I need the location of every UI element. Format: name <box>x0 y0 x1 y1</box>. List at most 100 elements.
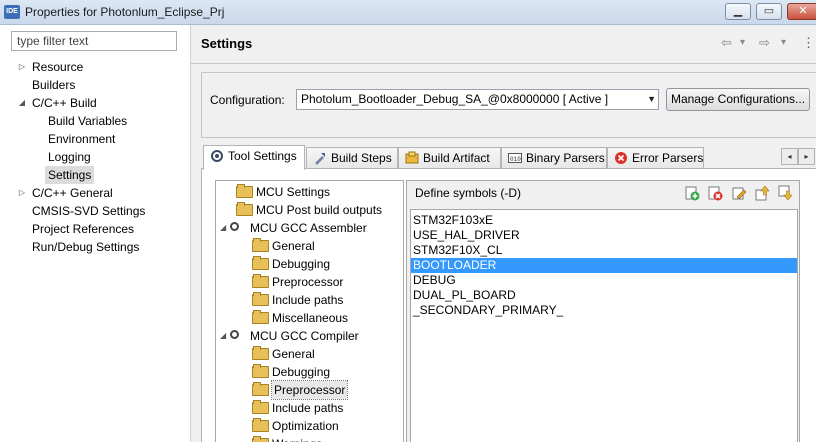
back-arrow-icon[interactable]: ⇦ <box>721 35 732 51</box>
tree-item-label: Run/Debug Settings <box>32 240 140 254</box>
symbol-list-item[interactable]: DUAL_PL_BOARD <box>411 288 797 303</box>
tree-item-build-variables[interactable]: Build Variables <box>48 112 127 130</box>
view-menu-icon[interactable]: ⋮ <box>802 35 815 51</box>
tab-binary-parsers[interactable]: 010 Binary Parsers <box>501 147 607 169</box>
tree-item-cmsis-svd-settings[interactable]: CMSIS-SVD Settings <box>32 202 145 220</box>
tab-scroll-right-button[interactable]: ▸ <box>798 148 815 165</box>
binary-parsers-icon: 010 <box>508 153 522 163</box>
configuration-group: Configuration: Photolum_Bootloader_Debug… <box>201 72 816 138</box>
ide-app-icon: IDE <box>4 5 20 19</box>
tree-item-label: Resource <box>32 60 84 74</box>
folder-icon <box>252 273 269 288</box>
folder-icon <box>252 291 269 306</box>
expanded-arrow-icon[interactable]: ◢ <box>220 331 228 340</box>
forward-dropdown-icon[interactable]: ▾ <box>781 37 786 48</box>
configuration-label: Configuration: <box>210 93 285 107</box>
tree-item-settings[interactable]: Settings <box>45 166 95 184</box>
folder-icon <box>252 381 269 396</box>
settings-tree-item[interactable]: Include paths <box>272 399 343 417</box>
tab-tool-settings[interactable]: Tool Settings <box>203 145 305 170</box>
filter-input[interactable] <box>11 31 177 51</box>
folder-icon <box>236 201 253 216</box>
manage-configurations-button[interactable]: Manage Configurations... <box>666 88 810 111</box>
tool-settings-tree: MCU Settings MCU Post build outputs ◢ MCU G… <box>215 180 404 442</box>
tab-label: Binary Parsers <box>526 151 605 165</box>
forward-arrow-icon[interactable]: ⇨ <box>759 35 770 51</box>
tree-item-label: Builders <box>32 78 76 92</box>
settings-tree-item[interactable]: Debugging <box>272 363 330 381</box>
delete-icon[interactable] <box>707 185 723 201</box>
folder-icon <box>252 255 269 270</box>
expanded-arrow-icon[interactable]: ◢ <box>17 94 27 112</box>
error-parsers-icon <box>615 152 627 164</box>
settings-tree-item[interactable]: Warnings <box>272 435 322 442</box>
tree-item-resource[interactable]: Resource <box>32 58 83 76</box>
define-symbols-panel: Define symbols (-D) STM32F103xE USE_HAL_D… <box>406 180 800 442</box>
page-title: Settings <box>201 36 253 51</box>
symbol-list-item[interactable]: STM32F103xE <box>411 213 797 228</box>
tree-item-run-debug-settings[interactable]: Run/Debug Settings <box>32 238 139 256</box>
configuration-select[interactable]: Photolum_Bootloader_Debug_SA_@0x8000000 … <box>296 89 659 110</box>
properties-nav-panel: Resource ▷ Builders C/C++ Build ◢ Build Varia… <box>0 25 191 442</box>
folder-icon <box>236 183 253 198</box>
close-button[interactable]: ✕ <box>787 3 816 20</box>
tree-item-label: C/C++ Build <box>32 96 97 110</box>
settings-tree-item[interactable]: Preprocessor <box>270 380 349 400</box>
settings-tree-item[interactable]: MCU GCC Assembler <box>250 219 367 237</box>
tree-item-c-c-general[interactable]: C/C++ General <box>32 184 113 202</box>
folder-icon <box>252 237 269 252</box>
tool-gear-icon <box>230 222 239 231</box>
add-icon[interactable] <box>684 185 700 201</box>
tab-scroll-left-button[interactable]: ◂ <box>781 148 798 165</box>
back-dropdown-icon[interactable]: ▾ <box>740 37 745 48</box>
tab-label: Error Parsers <box>632 151 704 165</box>
move-up-icon[interactable] <box>754 185 770 201</box>
tree-item-label: Settings <box>48 168 92 182</box>
settings-tree-item[interactable]: General <box>272 345 315 363</box>
define-symbols-title: Define symbols (-D) <box>415 186 522 200</box>
settings-tree-item[interactable]: MCU Settings <box>256 183 330 201</box>
settings-tree-item[interactable]: Preprocessor <box>272 273 343 291</box>
settings-tree-item[interactable]: MCU Post build outputs <box>256 201 382 219</box>
folder-icon <box>252 345 269 360</box>
tree-item-logging[interactable]: Logging <box>48 148 91 166</box>
dropdown-arrow-icon: ▼ <box>647 94 656 104</box>
collapsed-arrow-icon[interactable]: ▷ <box>17 58 27 76</box>
tree-item-builders[interactable]: Builders <box>32 76 75 94</box>
settings-tree-item[interactable]: Debugging <box>272 255 330 273</box>
tab-build-steps[interactable]: Build Steps <box>306 147 398 169</box>
tree-item-c-c-build[interactable]: C/C++ Build <box>32 94 97 112</box>
symbol-list-item[interactable]: STM32F10X_CL <box>411 243 797 258</box>
tree-item-project-references[interactable]: Project References <box>32 220 134 238</box>
settings-tree-item[interactable]: Include paths <box>272 291 343 309</box>
header-divider <box>191 63 816 64</box>
folder-icon <box>252 417 269 432</box>
tree-item-label: Logging <box>48 150 91 164</box>
tab-label: Tool Settings <box>228 149 297 163</box>
settings-tree-item[interactable]: Miscellaneous <box>272 309 348 327</box>
tab-build-artifact[interactable]: Build Artifact <box>398 147 501 169</box>
edit-icon[interactable] <box>731 185 747 201</box>
collapsed-arrow-icon[interactable]: ▷ <box>17 184 27 202</box>
settings-tree-item[interactable]: MCU GCC Compiler <box>250 327 359 345</box>
maximize-button[interactable]: ▭ <box>756 3 782 20</box>
tool-gear-icon <box>230 330 239 339</box>
minimize-button[interactable]: ▁ <box>725 3 751 20</box>
tab-error-parsers[interactable]: Error Parsers <box>607 147 704 169</box>
tree-item-environment[interactable]: Environment <box>48 130 115 148</box>
build-steps-icon <box>315 153 325 165</box>
settings-tree-item[interactable]: Optimization <box>272 417 339 435</box>
symbol-list-item[interactable]: _SECONDARY_PRIMARY_ <box>411 303 797 318</box>
expanded-arrow-icon[interactable]: ◢ <box>220 223 228 232</box>
title-bar: IDE Properties for Photonlum_Eclipse_Prj… <box>0 0 816 25</box>
symbol-list-item[interactable]: DEBUG <box>411 273 797 288</box>
tree-item-label: Project References <box>32 222 135 236</box>
tree-item-label: CMSIS-SVD Settings <box>32 204 146 218</box>
settings-tabs: Tool Settings Build Steps Build Artifact… <box>201 145 816 170</box>
symbol-list-item[interactable]: BOOTLOADER <box>411 258 797 273</box>
folder-icon <box>252 399 269 414</box>
define-symbols-list[interactable]: STM32F103xE USE_HAL_DRIVER STM32F10X_CL BOO… <box>410 209 798 442</box>
settings-tree-item[interactable]: General <box>272 237 315 255</box>
move-down-icon[interactable] <box>777 185 793 201</box>
symbol-list-item[interactable]: USE_HAL_DRIVER <box>411 228 797 243</box>
